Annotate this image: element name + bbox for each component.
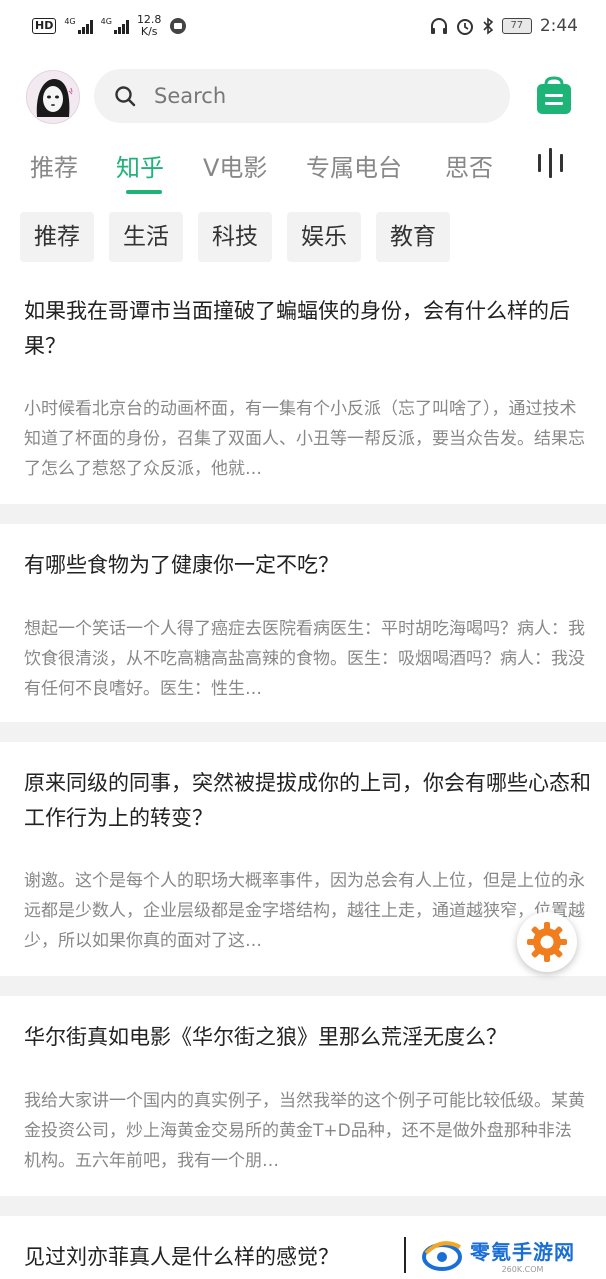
card-title: 如果我在哥谭市当面撞破了蝙蝠侠的身份，会有什么样的后果？: [24, 299, 570, 358]
network-speed: 12.8 K/s: [137, 14, 162, 38]
app-notification-icon: [170, 18, 187, 34]
avatar-image: [27, 71, 79, 123]
chip-education[interactable]: 教育: [376, 212, 450, 262]
card-excerpt: 谢邀。这个是每个人的职场大概率事件，因为总会有人上位，但是上位的永远都是少数人，…: [24, 871, 585, 951]
status-bar-left: HD 4G 4G 12.8 K/s: [32, 14, 187, 38]
top-header: Search: [0, 68, 606, 126]
chip-life[interactable]: 生活: [109, 212, 183, 262]
tab-radio[interactable]: 专属电台: [306, 148, 402, 183]
alarm-icon: [456, 19, 473, 35]
card-title: 原来同级的同事，突然被提拔成你的上司，你会有哪些心态和工作行为上的转变？: [24, 771, 591, 830]
status-bar-right: 77 2:44: [430, 16, 578, 36]
watermark-text: 零氪手游网 260K.COM: [470, 1236, 575, 1274]
avatar[interactable]: [26, 70, 80, 124]
search-placeholder: Search: [154, 84, 227, 108]
clock: 2:44: [539, 16, 578, 36]
chip-tech[interactable]: 科技: [198, 212, 272, 262]
card-title: 有哪些食物为了健康你一定不吃？: [24, 553, 339, 577]
bluetooth-icon: [483, 17, 494, 35]
card-excerpt: 想起一个笑话一个人得了癌症去医院看病医生：平时胡吃海喝吗？病人：我饮食很清淡，从…: [24, 619, 585, 699]
feed-card[interactable]: 原来同级的同事，突然被提拔成你的上司，你会有哪些心态和工作行为上的转变？ 谢邀。…: [0, 742, 606, 976]
sub-category-chips: 推荐 生活 科技 娱乐 教育: [20, 212, 450, 262]
speed-unit: K/s: [140, 25, 158, 38]
battery-indicator: 77: [501, 18, 532, 34]
tab-vmovie[interactable]: V电影: [203, 148, 267, 183]
tab-zhihu[interactable]: 知乎: [116, 148, 164, 183]
feed-card[interactable]: 如果我在哥谭市当面撞破了蝙蝠侠的身份，会有什么样的后果？ 小时候看北京台的动画杯…: [0, 282, 606, 504]
tab-sifou[interactable]: 思否: [445, 148, 493, 183]
feed-card[interactable]: 华尔街真如电影《华尔街之狼》里那么荒淫无度么？ 我给大家讲一个国内的真实例子，当…: [0, 996, 606, 1196]
card-divider: [0, 504, 606, 524]
signal-bars-icon: [77, 18, 93, 34]
card-excerpt: 小时候看北京台的动画杯面，有一集有个小反派（忘了叫啥了），通过技术知道了杯面的身…: [24, 399, 585, 479]
network-type-1: 4G: [64, 17, 76, 26]
headphones-icon: [430, 18, 447, 34]
feed-card[interactable]: 有哪些食物为了健康你一定不吃？ 想起一个笑话一个人得了癌症去医院看病医生：平时胡…: [0, 524, 606, 722]
signal-2: 4G: [101, 18, 129, 34]
watermark-divider: [404, 1236, 406, 1273]
network-type-2: 4G: [100, 17, 112, 26]
status-bar: HD 4G 4G 12.8 K/s 77 2:44: [0, 0, 606, 52]
card-divider: [0, 976, 606, 996]
equalizer-icon[interactable]: [538, 148, 570, 178]
chip-entertainment[interactable]: 娱乐: [287, 212, 361, 262]
card-excerpt: 我给大家讲一个国内的真实例子，当然我举的这个例子可能比较低级。某黄金投资公司，炒…: [24, 1091, 585, 1171]
bag-icon[interactable]: [535, 76, 573, 116]
tab-recommend[interactable]: 推荐: [30, 148, 78, 183]
card-divider: [0, 1196, 606, 1216]
signal-1: 4G: [64, 17, 93, 34]
watermark-url: 260K.COM: [501, 1264, 544, 1274]
card-title: 华尔街真如电影《华尔街之狼》里那么荒淫无度么？: [24, 1025, 507, 1049]
card-divider: [0, 722, 606, 742]
signal-bars-icon: [113, 18, 129, 34]
watermark-name: 零氪手游网: [470, 1239, 575, 1264]
active-tab-indicator: [126, 190, 162, 194]
watermark: 零氪手游网 260K.COM: [404, 1230, 604, 1279]
hd-indicator: HD: [32, 18, 57, 34]
chip-recommend[interactable]: 推荐: [20, 212, 94, 262]
search-icon: [115, 86, 136, 107]
gear-icon: [527, 922, 567, 962]
floating-settings-button[interactable]: [517, 912, 577, 972]
search-bar[interactable]: Search: [94, 69, 510, 123]
watermark-logo-icon: [422, 1240, 462, 1271]
